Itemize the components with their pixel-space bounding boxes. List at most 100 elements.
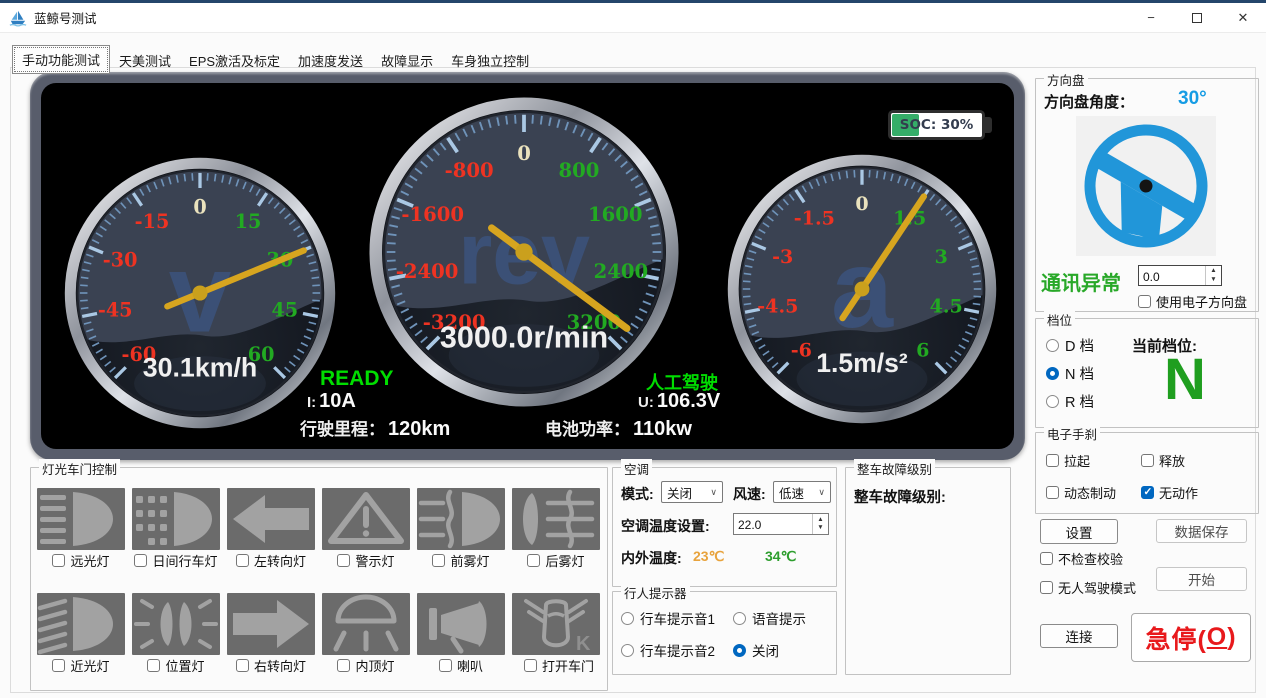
instrument-cluster: -60-45-30-15015304560 v 30.1km/h -3200-2… [30,72,1025,460]
high-beam-icon [37,488,125,550]
dome-light-tile[interactable] [322,593,410,655]
ac-temp-spinbox[interactable]: 22.0 ▲▼ [733,513,829,535]
ac-inout-temp-label: 内外温度: [621,548,682,568]
gear-d-radio[interactable] [1046,339,1059,352]
tab-body-independent-control[interactable]: 车身独立控制 [442,47,538,74]
low-beam-tile[interactable] [37,593,125,655]
low-beam-row: 近光灯 [37,656,125,675]
daytime-running-light-checkbox[interactable] [134,554,147,567]
steering-panel-title: 方向盘 [1044,70,1088,89]
high-beam-tile[interactable] [37,488,125,550]
comm-status: 通讯异常 [1041,267,1121,296]
handbrake-release-checkbox[interactable] [1141,454,1154,467]
rear-fog-light-checkbox[interactable] [527,554,540,567]
right-turn-signal-tile[interactable] [227,593,315,655]
alert-sound2-radio[interactable] [621,644,634,657]
position-light-row: 位置灯 [132,656,220,675]
handbrake-pull-checkbox[interactable] [1046,454,1059,467]
daytime-running-light-tile[interactable] [132,488,220,550]
data-save-button[interactable]: 数据保存 [1156,519,1247,543]
skip-verify-row: 不检查校验 [1040,549,1123,568]
minimize-button[interactable]: − [1128,3,1174,32]
hazard-warning-tile[interactable] [322,488,410,550]
alert-off-radio[interactable] [733,644,746,657]
spinner-arrows-icon[interactable]: ▲▼ [1205,266,1221,285]
horn-checkbox[interactable] [439,659,452,672]
battery-voltage: U: 106.3V [638,390,720,413]
mileage-value: 120km [388,418,450,441]
position-light-tile[interactable] [132,593,220,655]
left-turn-signal-icon [227,488,315,550]
svg-text:15: 15 [235,210,262,233]
close-button[interactable]: ✕ [1220,3,1266,32]
steering-wheel-image [1076,116,1216,256]
handbrake-no-action-label: 无动作 [1159,483,1198,502]
left-turn-signal-label: 左转向灯 [254,551,306,570]
svg-text:K: K [576,633,591,655]
settings-button[interactable]: 设置 [1040,519,1118,544]
connect-button[interactable]: 连接 [1040,624,1118,648]
left-turn-signal-row: 左转向灯 [227,551,315,570]
right-turn-signal-checkbox[interactable] [236,659,249,672]
gear-n-radio[interactable] [1046,367,1059,380]
driverless-mode-checkbox[interactable] [1040,581,1053,594]
voice-prompt-radio[interactable] [733,612,746,625]
inside-temp-value: 23℃ [693,548,724,565]
steering-angle-value: 30° [1178,88,1207,110]
rear-fog-light-tile[interactable] [512,488,600,550]
horn-row: 喇叭 [417,656,505,675]
door-open-checkbox[interactable] [524,659,537,672]
front-fog-light-checkbox[interactable] [432,554,445,567]
horn-tile[interactable] [417,593,505,655]
position-light-checkbox[interactable] [147,659,160,672]
emergency-stop-button[interactable]: 急停(O) [1131,613,1251,662]
soc-battery-terminal [985,117,992,133]
outside-temp-value: 34℃ [765,548,796,565]
tab-eps-activation-calibration[interactable]: EPS激活及标定 [180,47,289,74]
gear-r-radio[interactable] [1046,395,1059,408]
handbrake-dynamic-brake-checkbox[interactable] [1046,486,1059,499]
svg-text:-30: -30 [103,249,138,272]
gear-panel-title: 档位 [1044,310,1075,329]
svg-text:6: 6 [916,339,929,361]
svg-text:-15: -15 [135,210,170,233]
left-turn-signal-checkbox[interactable] [236,554,249,567]
speed-gauge: -60-45-30-15015304560 v 30.1km/h [60,153,340,433]
ac-fan-select[interactable]: 低速 ∨ [773,481,831,503]
svg-text:1.5m/s²: 1.5m/s² [816,348,908,378]
alert-sound1-option: 行车提示音1 [621,608,715,628]
rear-fog-light-label: 后雾灯 [545,551,584,570]
gear-n-option: N 档 [1046,363,1094,384]
tab-fault-display[interactable]: 故障显示 [372,47,442,74]
handbrake-no-action-checkbox[interactable] [1141,486,1154,499]
battery-current: I: 10A [307,390,356,413]
steering-wheel-icon [1050,90,1241,281]
low-beam-checkbox[interactable] [52,659,65,672]
horn-icon [417,593,505,655]
power-value: 110kw [633,418,692,441]
skip-verify-checkbox[interactable] [1040,552,1053,565]
svg-text:-2400: -2400 [396,260,459,283]
door-open-tile[interactable]: K [512,593,600,655]
hazard-warning-checkbox[interactable] [337,554,350,567]
steering-angle-input-value: 0.0 [1139,266,1205,285]
ac-mode-select[interactable]: 关闭 ∨ [661,481,723,503]
tab-acceleration-send[interactable]: 加速度发送 [289,47,372,74]
spinner-arrows-icon[interactable]: ▲▼ [812,514,828,534]
current-label: I: [307,394,316,411]
svg-text:4.5: 4.5 [930,295,963,317]
alert-sound1-radio[interactable] [621,612,634,625]
maximize-button[interactable] [1174,3,1220,32]
steering-angle-spinbox[interactable]: 0.0 ▲▼ [1138,265,1222,286]
front-fog-light-tile[interactable] [417,488,505,550]
start-button[interactable]: 开始 [1156,567,1247,591]
high-beam-checkbox[interactable] [52,554,65,567]
svg-text:0: 0 [193,195,206,218]
maximize-icon [1192,13,1202,23]
left-turn-signal-tile[interactable] [227,488,315,550]
tab-tianmei-test[interactable]: 天美测试 [110,47,180,74]
use-electronic-steering-checkbox[interactable] [1138,295,1151,308]
dome-light-checkbox[interactable] [337,659,350,672]
high-beam-row: 远光灯 [37,551,125,570]
tab-manual-function-test[interactable]: 手动功能测试 [12,45,110,74]
